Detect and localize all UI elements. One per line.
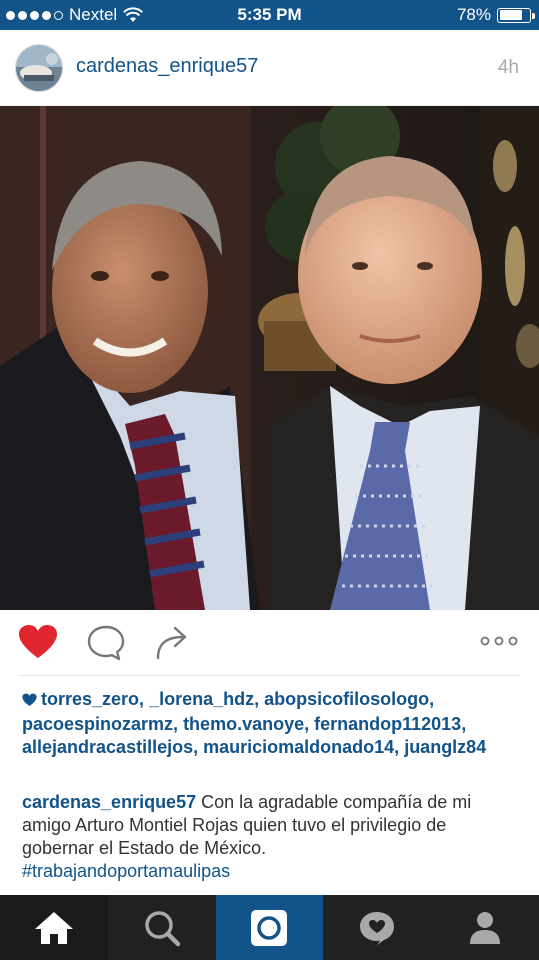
like-separator: ,	[173, 714, 184, 734]
post-time: 4h	[497, 57, 519, 78]
like-separator: ,	[461, 714, 467, 734]
tab-camera[interactable]	[215, 895, 324, 960]
home-icon	[34, 911, 73, 944]
search-icon	[144, 910, 180, 946]
like-separator: ,	[429, 689, 435, 709]
battery-info: 78%	[456, 0, 535, 30]
like-user[interactable]: pacoespinozarmz	[22, 714, 173, 734]
like-user[interactable]: _lorena_hdz	[149, 689, 254, 709]
post-username[interactable]: cardenas_enrique57	[76, 55, 258, 78]
heart-small-icon	[22, 690, 37, 713]
comment-icon[interactable]	[86, 624, 126, 667]
tab-profile[interactable]	[431, 895, 539, 960]
caption-hashtag[interactable]: #trabajandoportamaulipas	[22, 861, 230, 881]
signal-strength-icon	[6, 10, 63, 20]
battery-level	[499, 10, 523, 20]
tab-search[interactable]	[108, 895, 216, 960]
post-header: cardenas_enrique57 4h	[0, 30, 539, 106]
post-photo[interactable]	[0, 106, 539, 610]
likes-users: torres_zero, _lorena_hdz, abopsicofiloso…	[22, 689, 486, 757]
like-separator: ,	[394, 737, 405, 757]
tab-home[interactable]	[0, 895, 108, 960]
like-user[interactable]: allejandracastillejos	[22, 737, 193, 757]
like-separator: ,	[193, 737, 204, 757]
status-bar: Nextel 5:35 PM 78%	[0, 0, 539, 30]
camera-icon	[251, 909, 288, 946]
like-separator: ,	[139, 689, 150, 709]
divider	[20, 675, 519, 676]
tab-bar	[0, 895, 539, 960]
carrier-info: Nextel	[6, 0, 144, 30]
profile-icon	[470, 911, 501, 944]
caption-username[interactable]: cardenas_enrique57	[22, 792, 196, 812]
wifi-icon	[123, 7, 144, 22]
like-user[interactable]: torres_zero	[41, 689, 139, 709]
post-actions	[0, 610, 539, 676]
like-separator: ,	[304, 714, 315, 734]
battery-percent: 78%	[456, 5, 491, 24]
tab-activity[interactable]	[323, 895, 431, 960]
like-user[interactable]: themo.vanoye	[183, 714, 304, 734]
like-user[interactable]: fernandop112013	[314, 714, 461, 734]
like-separator: ,	[254, 689, 265, 709]
post-caption: cardenas_enrique57 Con la agradable comp…	[22, 791, 522, 883]
avatar[interactable]	[15, 44, 63, 92]
more-icon[interactable]	[480, 634, 518, 653]
like-user[interactable]: juanglz84	[404, 737, 486, 757]
activity-icon	[360, 911, 395, 945]
carrier-name: Nextel	[69, 5, 118, 24]
like-user[interactable]: mauriciomaldonado14	[203, 737, 394, 757]
likes-list: torres_zero, _lorena_hdz, abopsicofiloso…	[22, 688, 522, 759]
like-user[interactable]: abopsicofilosologo	[264, 689, 429, 709]
battery-icon	[497, 7, 535, 23]
share-icon[interactable]	[153, 624, 193, 667]
heart-icon[interactable]	[18, 624, 58, 665]
